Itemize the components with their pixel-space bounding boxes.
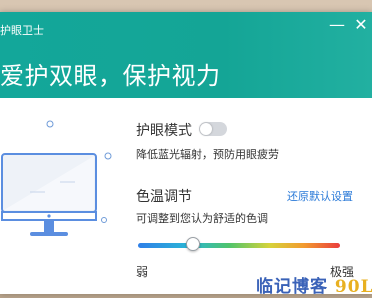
watermark-logo: 临记博客 90Li (256, 272, 372, 294)
eye-mode-description: 降低蓝光辐射，预防用眼疲劳 (136, 148, 279, 161)
eye-care-window: 护眼卫士 — ✕ 爱护双眼，保护视力 护眼模式 降低蓝光辐射，预防用眼疲劳 色温… (0, 12, 372, 294)
color-temp-title: 色温调节 (136, 189, 192, 205)
color-temp-description: 可调整到您认为舒适的色调 (136, 212, 268, 225)
toggle-knob (200, 123, 212, 135)
watermark-text: 临记博客 (256, 277, 328, 294)
eye-mode-title: 护眼模式 (136, 123, 192, 139)
slider-thumb[interactable] (185, 237, 200, 251)
slogan-text: 爱护双眼，保护视力 (0, 62, 221, 90)
monitor-illustration (1, 120, 112, 236)
window-header: 护眼卫士 — ✕ 爱护双眼，保护视力 (0, 12, 372, 98)
app-title: 护眼卫士 (0, 24, 44, 37)
minimize-icon[interactable]: — (328, 16, 346, 34)
eye-mode-toggle[interactable] (199, 122, 227, 136)
slider-min-label: 弱 (136, 265, 149, 279)
close-icon[interactable]: ✕ (352, 16, 370, 34)
reset-default-link[interactable]: 还原默认设置 (287, 188, 353, 204)
color-temp-slider[interactable] (138, 237, 340, 251)
watermark-suffix: 90Li (334, 277, 372, 294)
